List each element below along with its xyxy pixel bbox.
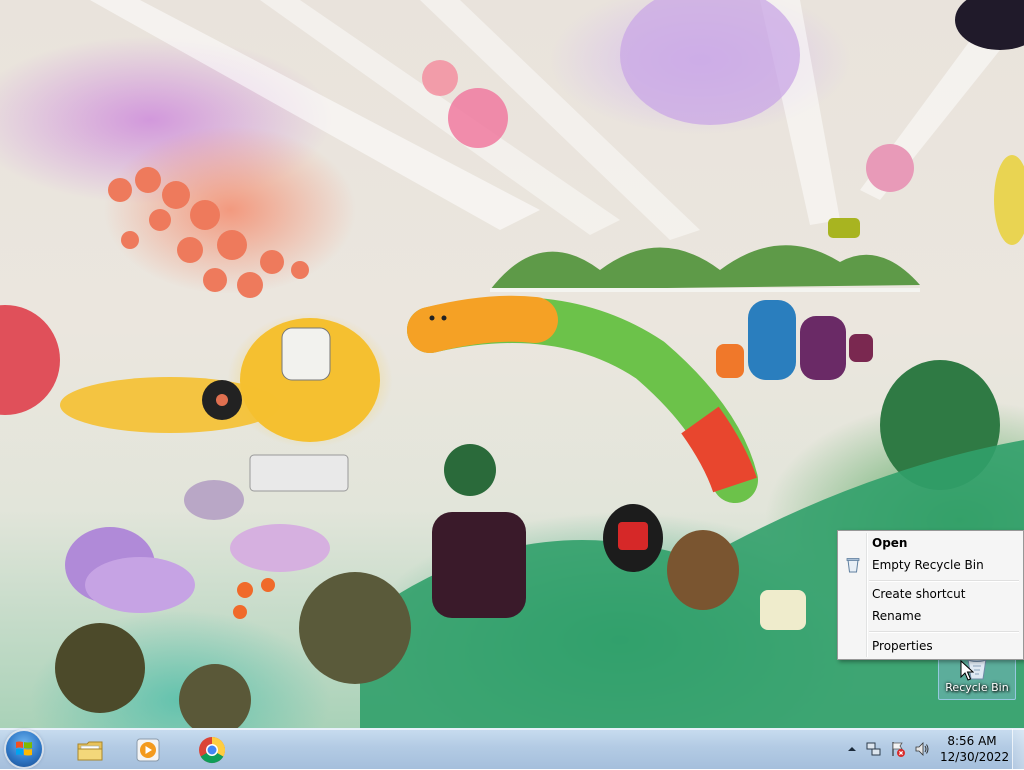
- menu-item-label: Open: [872, 536, 908, 550]
- windows-media-player-icon: [136, 738, 160, 762]
- clock-date: 12/30/2022: [940, 750, 1010, 764]
- menu-separator: [869, 580, 1019, 582]
- clock-time: 8:56 AM: [947, 734, 997, 748]
- taskbar-explorer-button[interactable]: [64, 731, 116, 767]
- file-explorer-icon: [77, 741, 103, 761]
- menu-item-open[interactable]: Open: [841, 532, 1020, 554]
- empty-recycle-bin-icon: [846, 558, 860, 573]
- taskbar-clock[interactable]: 8:56 AM 12/30/2022: [940, 733, 1010, 765]
- start-button[interactable]: [6, 731, 42, 767]
- show-desktop-button[interactable]: [1012, 729, 1024, 769]
- menu-separator: [869, 631, 1019, 633]
- mouse-cursor-icon: [960, 660, 974, 681]
- menu-item-properties[interactable]: Properties: [841, 635, 1020, 657]
- menu-item-empty-recycle-bin[interactable]: Empty Recycle Bin: [841, 554, 1020, 576]
- taskbar-chrome-button[interactable]: [186, 731, 238, 767]
- desktop-icon-label: Recycle Bin: [945, 681, 1009, 694]
- windows-start-orb-icon: [16, 741, 32, 756]
- google-chrome-icon: [199, 736, 226, 764]
- action-center-flag-icon[interactable]: [890, 741, 906, 757]
- menu-item-label: Rename: [872, 609, 922, 623]
- volume-icon[interactable]: [914, 741, 930, 757]
- menu-item-create-shortcut[interactable]: Create shortcut: [841, 583, 1020, 605]
- taskbar: 8:56 AM 12/30/2022: [0, 728, 1024, 769]
- context-menu: Open Empty Recycle Bin Create shortcut R…: [837, 530, 1024, 660]
- menu-item-label: Properties: [872, 639, 933, 653]
- show-hidden-icons-icon[interactable]: [844, 741, 860, 757]
- desktop-wallpaper[interactable]: Recycle Bin Open Empty Recycle Bin Creat…: [0, 0, 1024, 728]
- menu-item-label: Create shortcut: [872, 587, 966, 601]
- menu-item-label: Empty Recycle Bin: [872, 558, 984, 572]
- network-icon[interactable]: [866, 741, 882, 757]
- taskbar-media-player-button[interactable]: [122, 731, 174, 767]
- menu-item-rename[interactable]: Rename: [841, 605, 1020, 627]
